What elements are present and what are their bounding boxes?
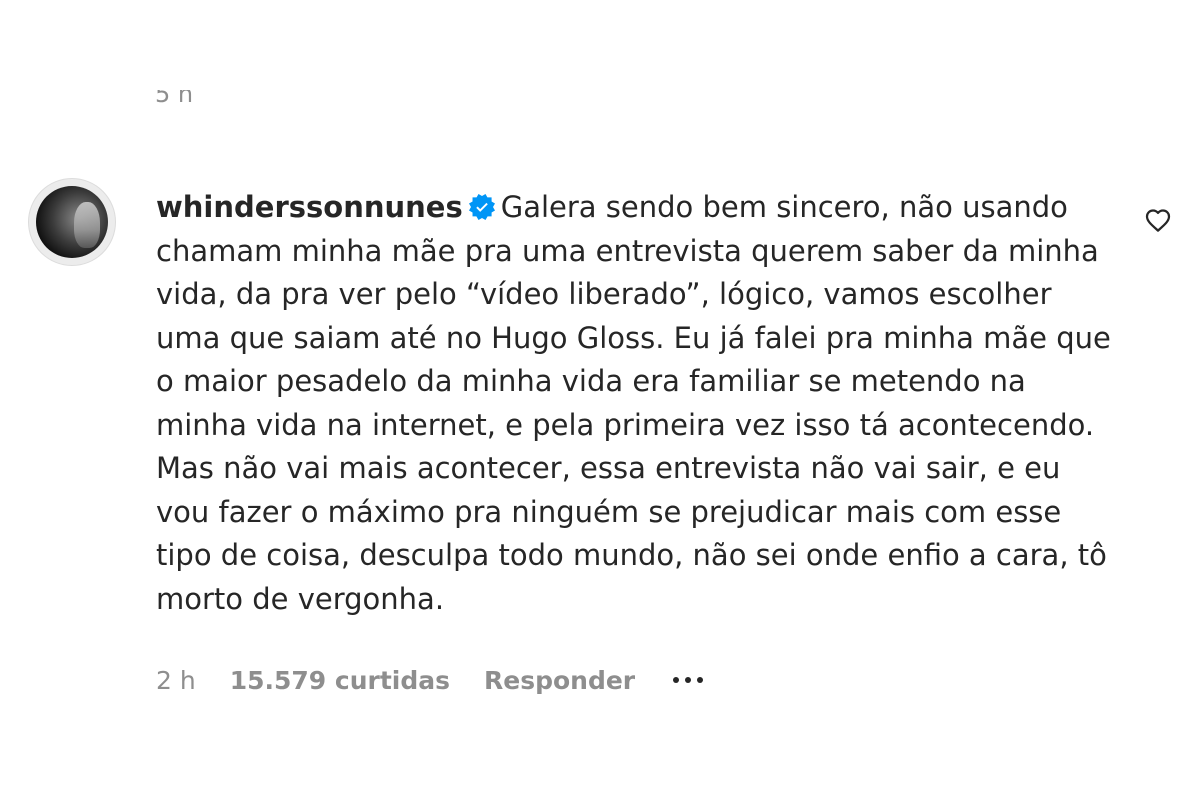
dot [685, 677, 692, 683]
comment-timestamp[interactable]: 2 h [156, 666, 196, 695]
dot [697, 677, 704, 683]
avatar-face [74, 202, 100, 248]
more-options-icon[interactable] [669, 662, 707, 698]
avatar[interactable] [28, 178, 116, 266]
comment-actions: 2 h 15.579 curtidas Responder [156, 662, 707, 698]
comment-text: Galera sendo bem sincero, não usando cha… [156, 190, 1111, 616]
comment-body: whinderssonnunes Galera sendo bem sincero… [156, 186, 1116, 621]
heart-icon[interactable] [1143, 205, 1173, 235]
dot [673, 677, 680, 683]
comment-page: 5 h whinderssonnunes Galera sendo bem sin… [0, 0, 1200, 800]
likes-count[interactable]: 15.579 curtidas [230, 666, 450, 695]
avatar-photo [36, 186, 108, 258]
username-link[interactable]: whinderssonnunes [156, 190, 463, 224]
previous-comment-timestamp: 5 h [155, 90, 194, 108]
verified-badge-icon [468, 194, 495, 220]
reply-button[interactable]: Responder [484, 666, 635, 695]
